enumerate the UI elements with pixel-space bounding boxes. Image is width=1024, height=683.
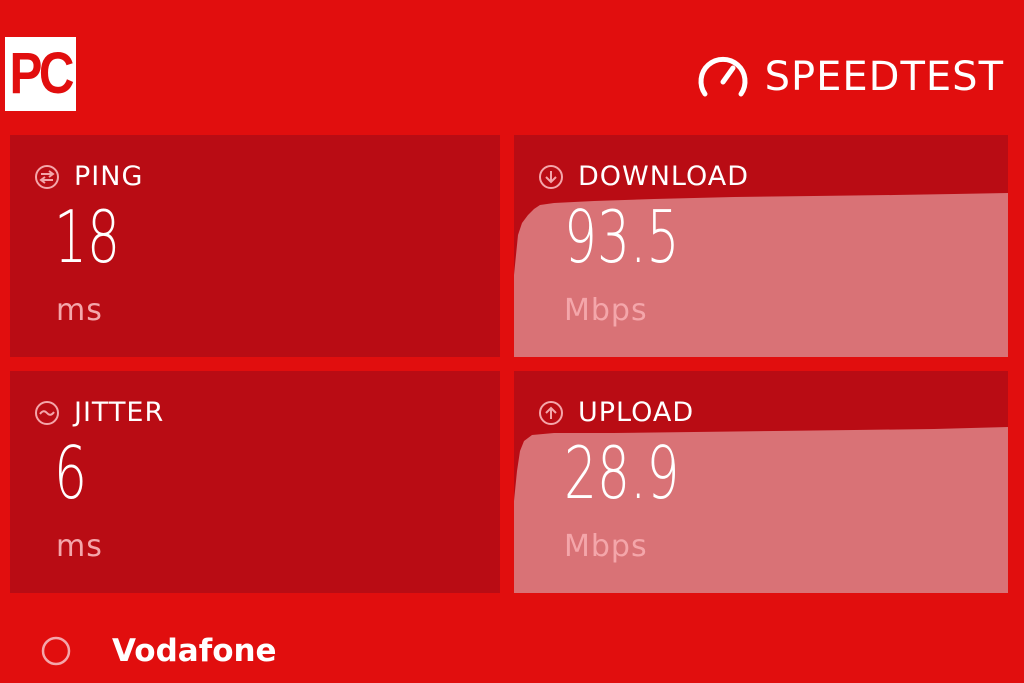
speedtest-brand: SPEEDTEST [697, 52, 1004, 102]
provider-circle-icon [41, 636, 71, 666]
upload-tile: UPLOAD 28.9 Mbps [514, 371, 1008, 593]
arrow-up-circle-icon [539, 400, 563, 425]
brand-name: SPEEDTEST [764, 54, 1004, 100]
download-header: DOWNLOAD [538, 161, 749, 192]
upload-header: UPLOAD [538, 397, 694, 428]
pc-logo: PC [5, 37, 76, 111]
download-value: 93.5 [564, 195, 680, 279]
gauge-icon [698, 56, 748, 97]
upload-value: 28.9 [564, 431, 680, 515]
upload-label: UPLOAD [578, 397, 695, 428]
jitter-header: JITTER [34, 397, 164, 428]
provider-row[interactable]: Vodafone [40, 633, 277, 669]
speedtest-screen: PC SPEEDTEST PING 18 ms DOWNLOAD 93.5 Mb… [0, 0, 1024, 683]
arrow-down-circle-icon [539, 164, 563, 189]
pc-logo-text: PC [9, 41, 75, 106]
ping-value: 18 [54, 195, 120, 279]
ping-header: PING [34, 161, 143, 192]
jitter-icon [35, 400, 59, 425]
download-label: DOWNLOAD [578, 161, 750, 192]
ping-unit: ms [56, 293, 103, 328]
ping-tile: PING 18 ms [10, 135, 500, 357]
ping-icon [35, 164, 59, 189]
provider-name: Vodafone [112, 633, 277, 669]
ping-label: PING [74, 161, 144, 192]
download-unit: Mbps [564, 293, 648, 328]
jitter-unit: ms [56, 529, 103, 564]
download-tile: DOWNLOAD 93.5 Mbps [514, 135, 1008, 357]
upload-unit: Mbps [564, 529, 648, 564]
jitter-label: JITTER [74, 397, 165, 428]
jitter-value: 6 [54, 431, 87, 515]
jitter-tile: JITTER 6 ms [10, 371, 500, 593]
